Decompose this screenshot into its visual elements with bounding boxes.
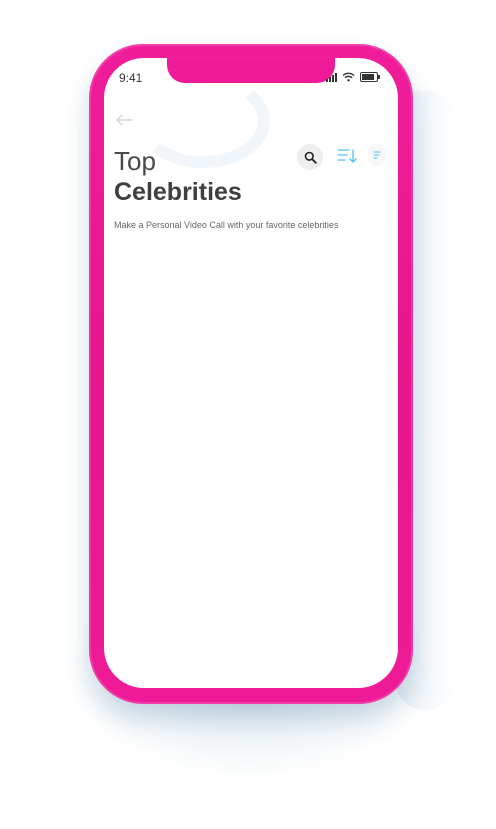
arrow-left-icon[interactable]	[114, 110, 134, 130]
filter-icon	[373, 151, 381, 159]
wifi-icon	[342, 72, 355, 82]
battery-icon	[360, 72, 380, 82]
page-title-line1: Top	[114, 146, 156, 176]
filter-button[interactable]	[368, 144, 386, 166]
background-decoration	[136, 74, 270, 168]
status-time: 9:41	[119, 71, 143, 85]
search-icon	[304, 151, 317, 164]
page-subtitle: Make a Personal Video Call with your fav…	[114, 220, 339, 230]
status-icons	[326, 71, 380, 83]
signal-icon	[326, 72, 337, 82]
phone-screen: 9:41 Top Celebrities Make a Personal Vid…	[104, 58, 398, 688]
phone-notch	[167, 58, 335, 83]
page-title-line2: Celebrities	[114, 178, 242, 206]
search-button[interactable]	[297, 144, 323, 170]
sort-icon[interactable]	[336, 146, 358, 166]
